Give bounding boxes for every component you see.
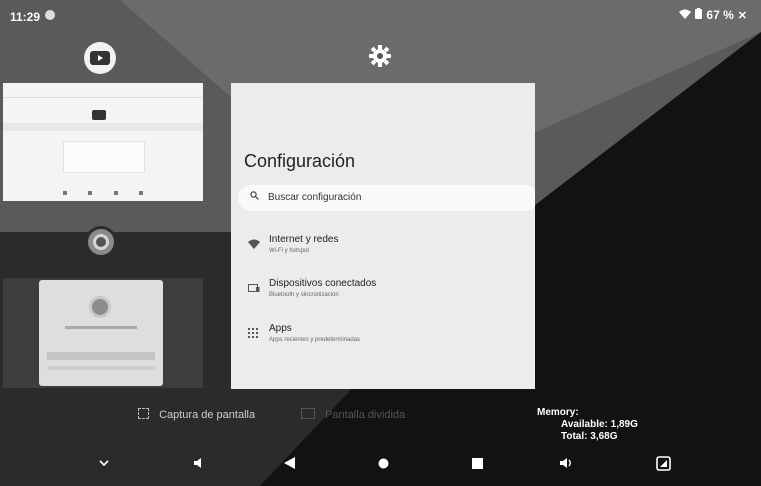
chrome-logo-icon [89, 296, 111, 318]
settings-title: Configuración [244, 151, 356, 171]
chrome-app-icon[interactable] [85, 226, 117, 258]
chrome-dialog-button [47, 352, 155, 360]
screenshot-icon [138, 408, 149, 419]
split-screen-label: Pantalla dividida [325, 409, 406, 421]
youtube-card-panel [63, 141, 145, 173]
split-screen-icon [301, 408, 315, 419]
wifi-icon [679, 8, 692, 22]
screenshot-label: Captura de pantalla [159, 409, 256, 421]
setting-item-subtitle: Wi-Fi y hotspot [269, 248, 310, 254]
split-screen-button[interactable]: Pantalla dividida [301, 408, 405, 428]
status-icons: 67 % ✕ [679, 8, 747, 22]
memory-label: Memory: [537, 407, 579, 418]
notification-icon [45, 10, 55, 20]
search-icon [250, 191, 259, 203]
setting-item-subtitle: Apps recientes y predeterminadas [269, 337, 361, 343]
youtube-logo-icon [92, 110, 106, 120]
volume-down-icon [194, 458, 201, 468]
setting-item-network[interactable]: Internet y redes Wi-Fi y hotspot [231, 230, 535, 264]
battery-icon [695, 8, 703, 22]
setting-item-subtitle: Bluetooth y sincronización [269, 292, 339, 298]
volume-up-button[interactable] [558, 454, 576, 472]
chrome-welcome-dialog [39, 280, 163, 386]
settings-recent-card[interactable]: Configuración Buscar configuración Inter… [231, 83, 535, 389]
home-button[interactable] [374, 454, 392, 472]
back-button[interactable] [280, 454, 298, 472]
chrome-recent-card[interactable] [3, 278, 203, 388]
youtube-card-bottom-icons [63, 191, 143, 195]
wifi-icon [248, 239, 262, 251]
setting-item-devices[interactable]: Dispositivos conectados Bluetooth y sinc… [231, 274, 535, 308]
apps-icon [248, 328, 262, 340]
memory-total: Total: 3,68G [561, 431, 618, 442]
volume-down-button[interactable] [190, 454, 208, 472]
hide-nav-button[interactable] [95, 454, 113, 472]
settings-app-icon[interactable] [364, 40, 396, 72]
battery-level: 67 % [706, 8, 734, 22]
chrome-dialog-button-2 [47, 366, 155, 370]
back-icon [283, 457, 295, 469]
screenshot-button[interactable]: Captura de pantalla [138, 408, 255, 428]
navigation-bar [0, 448, 761, 480]
recents-screen: 11:29 67 % ✕ Configuración Buscar config… [0, 0, 761, 486]
volume-up-icon [560, 458, 571, 468]
chrome-dialog-text [65, 326, 137, 329]
search-placeholder: Buscar configuración [268, 192, 362, 203]
youtube-card-topbar [3, 83, 203, 98]
memory-available: Available: 1,89G [561, 419, 638, 430]
devices-icon [248, 283, 262, 295]
rotate-screen-button[interactable] [654, 454, 672, 472]
setting-item-title: Internet y redes [269, 234, 339, 245]
do-not-disturb-icon: ✕ [737, 9, 747, 22]
setting-item-apps[interactable]: Apps Apps recientes y predeterminadas [231, 319, 535, 353]
chevron-down-icon [99, 460, 109, 466]
recents-button[interactable] [468, 454, 486, 472]
recents-icon [471, 457, 483, 469]
setting-item-title: Apps [269, 323, 292, 334]
setting-item-title: Dispositivos conectados [269, 278, 377, 289]
status-time: 11:29 [10, 10, 41, 24]
status-bar: 11:29 67 % ✕ [0, 0, 761, 28]
rotate-screen-icon [655, 455, 671, 471]
home-icon [378, 458, 388, 468]
youtube-card-searchbar [3, 123, 203, 131]
youtube-recent-card[interactable] [3, 83, 203, 201]
memory-info: Memory: Available: 1,89G Total: 3,68G [537, 407, 638, 443]
settings-search-field[interactable]: Buscar configuración [238, 185, 535, 211]
youtube-app-icon[interactable] [84, 42, 116, 74]
